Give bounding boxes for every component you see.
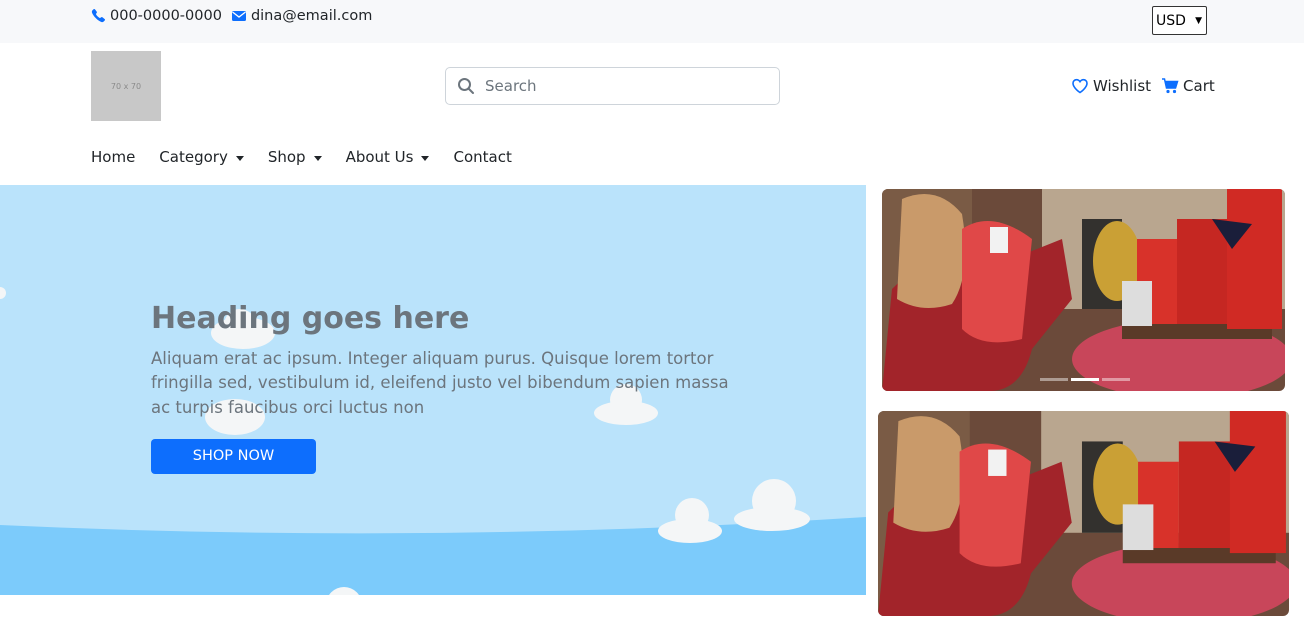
hero-content: Heading goes here Aliquam erat ac ipsum.…: [151, 301, 731, 474]
heart-icon: [1071, 77, 1089, 95]
promo-image-1[interactable]: [882, 189, 1285, 391]
carousel-indicator-active[interactable]: [1071, 378, 1099, 381]
nav-item-contact[interactable]: Contact: [453, 148, 511, 166]
search-icon: [457, 77, 475, 95]
carousel-indicator[interactable]: [1102, 378, 1130, 381]
promo-image-2[interactable]: [878, 411, 1289, 616]
cart-label: Cart: [1183, 77, 1215, 95]
chevron-down-icon: ▼: [1195, 15, 1202, 26]
nav-item-label: About Us: [345, 148, 414, 166]
caret-down-icon: [235, 155, 244, 161]
logo-placeholder[interactable]: 70 x 70: [91, 51, 161, 121]
nav-item-home[interactable]: Home: [91, 148, 135, 166]
carousel-indicator[interactable]: [1040, 378, 1068, 381]
hero-heading: Heading goes here: [151, 301, 470, 336]
nav-item-label: Shop: [267, 148, 306, 166]
cart-link[interactable]: Cart: [1161, 77, 1215, 95]
nav-item-label: Home: [91, 148, 136, 166]
search-input[interactable]: [485, 77, 755, 95]
carousel-indicators: [1040, 378, 1133, 381]
main-nav: Home Category Shop About Us Contact: [91, 148, 536, 166]
top-bar: 000-0000-0000 dina@email.com USD ▼: [0, 0, 1304, 43]
search-box[interactable]: [445, 67, 780, 105]
nav-item-shop[interactable]: Shop: [268, 148, 322, 166]
nav-item-category[interactable]: Category: [159, 148, 244, 166]
currency-select[interactable]: USD ▼: [1152, 6, 1207, 35]
phone-icon: [90, 8, 106, 24]
email-address[interactable]: dina@email.com: [251, 8, 372, 24]
wishlist-link[interactable]: Wishlist: [1071, 77, 1151, 95]
nav-item-about-us[interactable]: About Us: [346, 148, 430, 166]
wishlist-label: Wishlist: [1093, 77, 1152, 95]
shop-now-button[interactable]: SHOP NOW: [151, 438, 316, 474]
shopping-photo: [878, 411, 1289, 616]
caret-down-icon: [421, 155, 430, 161]
caret-down-icon: [313, 155, 322, 161]
currency-value: USD: [1156, 12, 1186, 29]
contact-info: 000-0000-0000 dina@email.com: [90, 8, 372, 24]
phone-number[interactable]: 000-0000-0000: [110, 8, 222, 24]
header-actions: Wishlist Cart: [1071, 77, 1215, 95]
nav-item-label: Contact: [453, 148, 512, 166]
logo-text: 70 x 70: [110, 81, 142, 91]
shopping-photo: [882, 189, 1285, 391]
nav-item-label: Category: [159, 148, 228, 166]
cart-icon: [1161, 77, 1179, 95]
hero-text: Aliquam erat ac ipsum. Integer aliquam p…: [151, 348, 729, 418]
hero-banner: Heading goes here Aliquam erat ac ipsum.…: [0, 185, 866, 595]
envelope-icon: [231, 8, 247, 24]
